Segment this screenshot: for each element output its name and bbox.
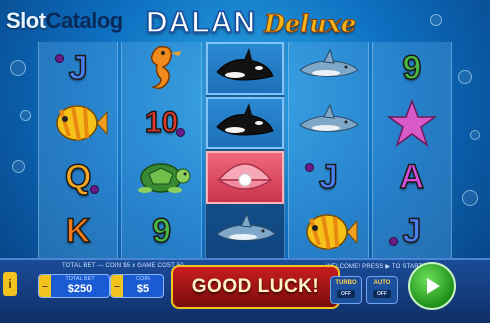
berry-icon [175, 128, 185, 137]
starfish-icon [386, 98, 437, 147]
bubble-decor [470, 130, 480, 140]
reel-cell [289, 97, 367, 150]
symbol-card: A [399, 157, 425, 197]
play-triangle-icon [427, 278, 440, 294]
yellow-fish-icon [56, 105, 108, 141]
seahorse-icon [150, 46, 181, 90]
berry-icon [388, 237, 398, 246]
coin-control[interactable]: – COIN $5 [110, 274, 164, 298]
reel-1: J Q K [38, 42, 119, 259]
reel-4: J [288, 42, 369, 259]
reel-cell: J [373, 206, 451, 259]
reel-cell [373, 97, 451, 150]
reel-3 [204, 42, 286, 259]
minus-icon[interactable]: – [39, 275, 51, 297]
info-icon: i [8, 277, 12, 291]
game-logo: DALAN Deluxe [145, 5, 357, 42]
total-bet-label: TOTAL BET [65, 276, 95, 282]
symbol-card: J [402, 212, 422, 252]
info-button[interactable]: i [3, 272, 17, 296]
orca-icon [216, 48, 274, 81]
auto-label: AUTO [373, 280, 391, 286]
reel-cell: J [39, 42, 117, 95]
reel-cell [39, 97, 117, 150]
reel-cell: 10 [122, 97, 200, 150]
symbol-card: J [318, 157, 338, 197]
bet-info-text: TOTAL BET — COIN $5 x GAME COST 50 [62, 263, 184, 269]
bubble-decor [20, 110, 31, 121]
reel-5: 9 A J [371, 42, 453, 259]
berry-icon [55, 54, 64, 63]
reel-cell [289, 206, 367, 259]
total-bet-control[interactable]: – TOTAL BET $250 [38, 274, 110, 298]
bubble-decor [430, 14, 442, 26]
auto-state: OFF [373, 290, 391, 298]
symbol-card: J [68, 48, 88, 88]
reel-cell: A [373, 151, 451, 204]
shark-icon [216, 212, 276, 241]
berry-icon [305, 163, 315, 172]
message-banner: GOOD LUCK! [171, 265, 340, 309]
reel-2: 10 9 [121, 42, 202, 259]
yellow-fish-icon [306, 214, 358, 250]
turbo-button[interactable]: TURBO OFF [330, 276, 362, 304]
spin-button[interactable] [408, 262, 456, 310]
reel-cell: 9 [373, 42, 451, 95]
bubble-decor [462, 190, 478, 206]
reel-cell [122, 151, 200, 204]
bubble-decor [12, 160, 25, 173]
auto-button[interactable]: AUTO OFF [366, 276, 398, 304]
reel-cell-highlight [205, 151, 285, 204]
message-text: GOOD LUCK! [191, 276, 320, 297]
reel-cell: J [289, 151, 367, 204]
coin-label: COIN [136, 276, 150, 282]
welcome-text: WELCOME! PRESS ▶ TO START [326, 264, 423, 270]
bubble-decor [10, 60, 26, 76]
berry-icon [90, 184, 100, 194]
reel-cell [122, 42, 200, 95]
bubble-decor [458, 70, 472, 84]
watermark-part1: Slot [6, 8, 46, 33]
watermark: SlotCatalog [6, 8, 123, 34]
turtle-icon [137, 163, 191, 194]
turbo-label: TURBO [335, 280, 357, 286]
logo-sub: Deluxe [263, 9, 357, 39]
reel-cell-highlight [205, 96, 285, 149]
shark-icon [299, 48, 360, 78]
symbol-card: 9 [402, 48, 422, 88]
symbol-card: K [65, 212, 91, 252]
reel-grid: J Q K 10 9 J 9 A J [38, 42, 453, 259]
shark-icon [299, 103, 360, 132]
turbo-state: OFF [337, 290, 355, 298]
reel-cell: Q [39, 151, 117, 204]
reel-cell-highlight [205, 42, 285, 95]
symbol-card: Q [64, 157, 92, 197]
reel-cell [289, 42, 367, 95]
symbol-card: 10 [144, 105, 179, 140]
orca-icon [216, 102, 274, 136]
reel-cell [206, 206, 284, 259]
pearl-clam-icon [216, 163, 274, 190]
game-stage: SlotCatalog DALAN Deluxe J Q K 10 9 J 9 … [0, 0, 490, 323]
logo-main: DALAN [145, 5, 256, 40]
symbol-card: 9 [151, 212, 172, 252]
minus-icon[interactable]: – [111, 275, 123, 297]
reel-cell: 9 [122, 206, 200, 259]
reel-cell: K [39, 206, 117, 259]
watermark-part2: Catalog [45, 8, 124, 33]
